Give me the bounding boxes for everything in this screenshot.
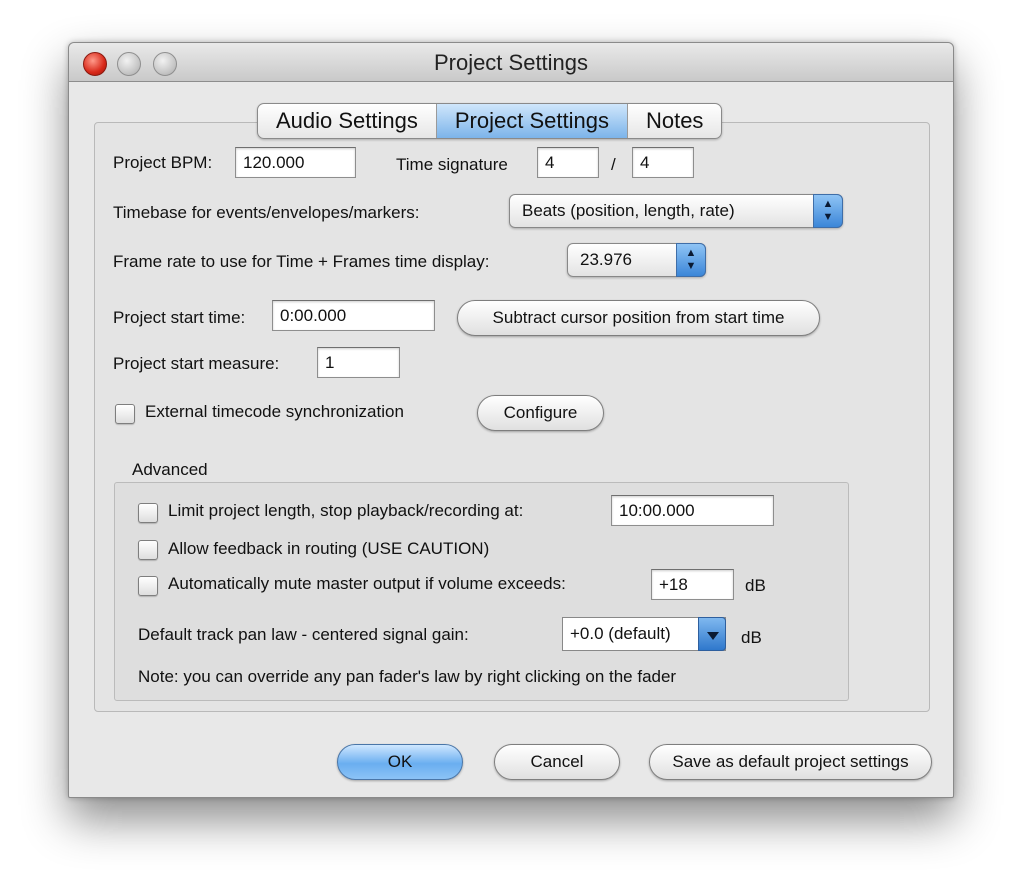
pan-law-value: +0.0 (default) — [570, 624, 671, 643]
allow-feedback-label: Allow feedback in routing (USE CAUTION) — [168, 539, 490, 558]
pan-law-label: Default track pan law - centered signal … — [138, 625, 469, 644]
time-signature-label: Time signature — [396, 155, 508, 174]
start-measure-label: Project start measure: — [113, 354, 280, 373]
tab-bar: Audio Settings Project Settings Notes — [257, 103, 723, 139]
cancel-button[interactable]: Cancel — [494, 744, 620, 780]
pan-law-dropdown[interactable]: +0.0 (default) — [562, 617, 726, 651]
time-signature-numerator-input[interactable]: 4 — [537, 147, 599, 178]
configure-button[interactable]: Configure — [477, 395, 604, 431]
limit-length-input[interactable]: 10:00.000 — [611, 495, 774, 526]
pan-law-note: Note: you can override any pan fader's l… — [138, 667, 677, 686]
time-signature-separator: / — [611, 155, 616, 174]
auto-mute-threshold-input[interactable]: +18 — [651, 569, 734, 600]
save-default-button[interactable]: Save as default project settings — [649, 744, 932, 780]
timebase-value: Beats (position, length, rate) — [522, 201, 735, 220]
advanced-group-title: Advanced — [132, 460, 208, 479]
start-time-label: Project start time: — [113, 308, 246, 327]
frame-rate-label: Frame rate to use for Time + Frames time… — [113, 252, 490, 271]
frame-rate-popup[interactable]: 23.976 ▲ ▼ — [567, 243, 706, 277]
pan-law-unit: dB — [741, 628, 762, 647]
window-title: Project Settings — [433, 50, 589, 75]
timebase-popup[interactable]: Beats (position, length, rate) ▲ ▼ — [509, 194, 843, 228]
limit-length-checkbox[interactable] — [138, 503, 158, 523]
subtract-cursor-button[interactable]: Subtract cursor position from start time — [457, 300, 820, 336]
timecode-sync-label: External timecode synchronization — [145, 402, 404, 421]
tab-project-settings[interactable]: Project Settings — [436, 104, 628, 138]
ok-button[interactable]: OK — [337, 744, 463, 780]
timebase-label: Timebase for events/envelopes/markers: — [113, 203, 420, 222]
bpm-input[interactable]: 120.000 — [235, 147, 356, 178]
frame-rate-stepper-icon: ▲ ▼ — [676, 243, 706, 277]
allow-feedback-checkbox[interactable] — [138, 540, 158, 560]
project-settings-window: Project Settings Audio Settings Project … — [68, 42, 954, 798]
limit-length-label: Limit project length, stop playback/reco… — [168, 501, 524, 520]
chevron-down-icon — [698, 617, 726, 651]
tab-notes[interactable]: Notes — [628, 104, 721, 138]
bpm-label: Project BPM: — [113, 153, 213, 172]
start-time-input[interactable]: 0:00.000 — [272, 300, 435, 331]
frame-rate-value: 23.976 — [580, 250, 632, 269]
tab-audio-settings[interactable]: Audio Settings — [258, 104, 437, 138]
title-bar[interactable]: Project Settings — [69, 43, 953, 82]
timebase-stepper-icon: ▲ ▼ — [813, 194, 843, 228]
auto-mute-unit: dB — [745, 576, 766, 595]
auto-mute-label: Automatically mute master output if volu… — [168, 574, 566, 593]
auto-mute-checkbox[interactable] — [138, 576, 158, 596]
start-measure-input[interactable]: 1 — [317, 347, 400, 378]
time-signature-denominator-input[interactable]: 4 — [632, 147, 694, 178]
timecode-sync-checkbox[interactable] — [115, 404, 135, 424]
